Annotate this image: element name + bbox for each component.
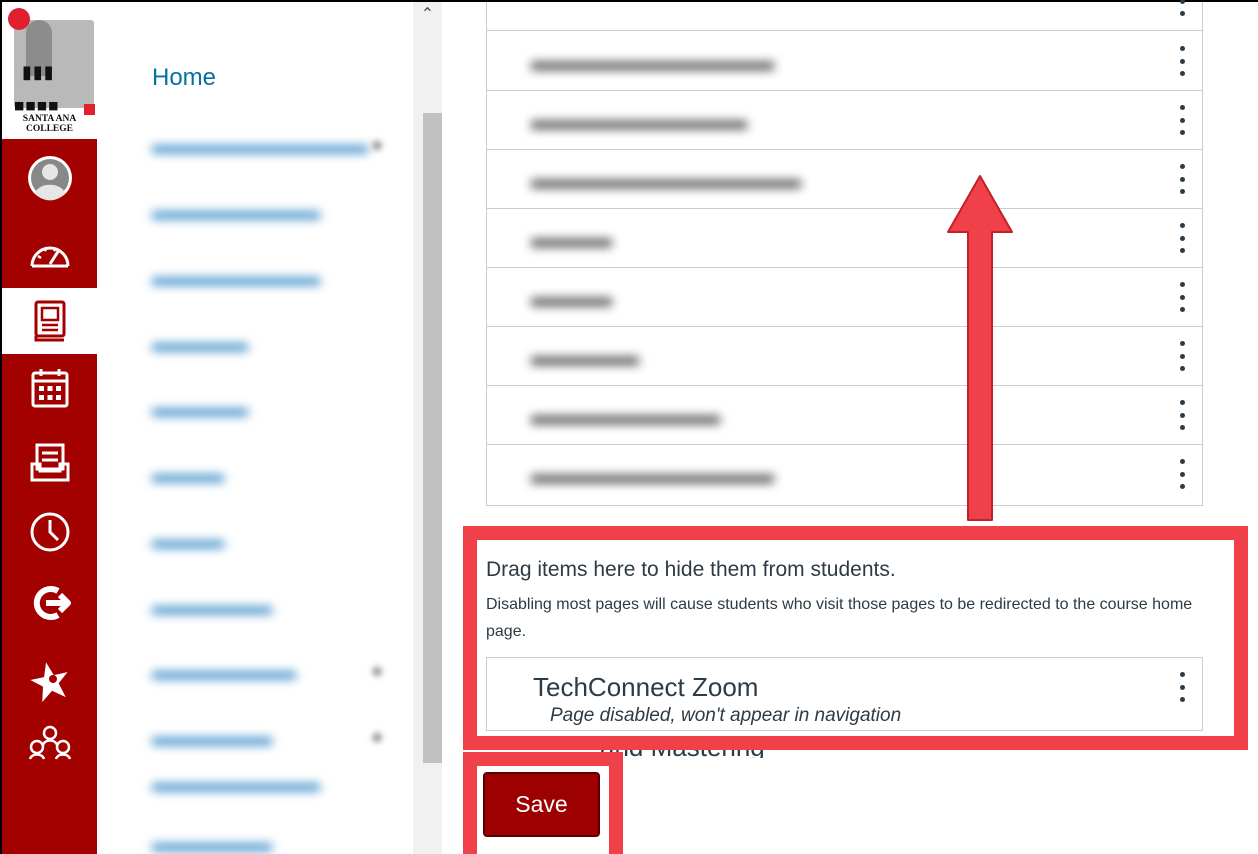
global-nav-account[interactable] [2,145,97,211]
annotation-up-arrow [947,175,1013,521]
kebab-menu-icon[interactable] [1178,459,1186,489]
course-navigation: Home ▬▬▬▬▬▬▬▬▬ ◉ ▬▬▬▬▬▬▬ ▬▬▬▬▬▬▬ ▬▬▬▬ ▬▬… [97,2,442,854]
list-item-label-blurred: ▬▬▬▬▬▬▬▬▬ [531,46,774,76]
global-navigation: ▮▮▮ ■■■■ SANTA ANA COLLEGE [2,2,97,854]
list-item[interactable]: ▬▬▬▬▬▬▬▬▬ [487,445,1202,504]
people-network-icon [28,725,71,760]
course-nav-blurred-link[interactable]: ▬▬▬▬ [152,330,248,358]
logo-red-dot [8,8,30,30]
college-logo[interactable]: ▮▮▮ ■■■■ SANTA ANA COLLEGE [2,2,97,139]
course-nav-blurred-link[interactable]: ▬▬▬▬▬▬▬ [152,264,320,292]
calendar-icon [31,369,68,408]
dashboard-gauge-icon [30,246,69,268]
list-item[interactable]: ▬▬▬▬▬▬▬ [487,386,1202,445]
kebab-menu-icon[interactable] [1178,46,1186,76]
kebab-menu-icon[interactable] [1178,105,1186,135]
global-nav-courses[interactable] [2,288,97,354]
clock-icon [30,512,69,552]
kebab-menu-icon[interactable] [1178,164,1186,194]
kebab-menu-icon[interactable] [1178,282,1186,312]
commons-arrow-icon [33,586,71,620]
global-nav-studio[interactable] [2,710,97,776]
course-nav-home[interactable]: Home [152,64,216,92]
list-item[interactable]: ▬▬▬▬ [487,327,1202,386]
user-avatar-icon [27,156,72,201]
list-item[interactable]: ▬▬▬ [487,209,1202,268]
kebab-menu-icon[interactable] [1178,341,1186,371]
list-item-label-blurred: ▬▬▬▬▬▬▬▬▬▬ [531,164,801,194]
list-item[interactable]: ▬▬▬ [487,268,1202,327]
list-item[interactable]: ▬▬▬▬▬▬▬▬ [487,91,1202,150]
logo-text: SANTA ANA COLLEGE [22,114,77,134]
course-nav-blurred-link[interactable]: ▬▬▬ [152,527,224,555]
list-item-label-blurred: ▬▬▬ [531,282,612,312]
course-nav-blurred-link[interactable]: ▬▬▬▬▬▬▬ [152,198,320,226]
course-nav-blurred-badge: ◉ [371,662,384,678]
logo-windows: ▮▮▮ [22,62,55,83]
list-item-label-blurred: ▬▬▬▬▬▬▬▬▬ [531,459,774,489]
kebab-menu-icon[interactable] [1178,223,1186,253]
course-nav-blurred-link[interactable]: ▬▬▬▬▬▬ [152,658,296,686]
course-nav-blurred-link[interactable]: ▬▬▬▬▬ [152,724,272,752]
global-nav-dashboard[interactable] [2,220,97,286]
list-item-label-blurred: ▬▬▬▬▬▬▬ [531,400,720,430]
scroll-up-chevron-icon[interactable]: ⌃ [414,4,441,26]
drop-zone-highlight [463,526,1248,750]
course-nav-blurred-badge: ◉ [371,136,384,152]
list-item-label-blurred: ▬▬▬▬▬▬▬▬ [531,105,747,135]
list-item-label-blurred: ▬▬▬▬ [531,341,639,371]
logo-dots: ■■■■ [14,99,60,112]
course-nav-blurred-badge: ◉ [371,728,384,744]
inbox-icon [30,443,69,482]
course-nav-blurred-link[interactable]: ▬▬▬▬▬▬▬ [152,770,320,798]
kebab-menu-icon[interactable] [1178,0,1186,16]
list-item[interactable]: ▬▬▬▬▬▬▬▬▬▬ [487,150,1202,209]
global-nav-inbox[interactable] [2,430,97,496]
book-icon [34,300,65,342]
course-nav-blurred-link[interactable]: ▬▬▬ [152,461,224,489]
scrollbar-thumb[interactable] [423,113,442,763]
course-nav-blurred-link[interactable]: ▬▬▬▬▬ [152,593,272,621]
list-item-label-blurred: ▬▬▬ [531,223,612,253]
global-nav-calendar[interactable] [2,355,97,421]
global-nav-starfish[interactable] [2,648,97,714]
course-nav-blurred-link[interactable]: ▬▬▬▬▬▬▬▬▬ [152,132,368,160]
kebab-menu-icon[interactable] [1178,400,1186,430]
star-icon [29,662,68,703]
list-item[interactable] [487,0,1202,31]
course-nav-blurred-link[interactable]: ▬▬▬▬▬ [152,830,272,854]
course-nav-blurred-link[interactable]: ▬▬▬▬ [152,395,248,423]
enabled-nav-items-list: ▬▬▬▬▬▬▬▬▬ ▬▬▬▬▬▬▬▬ ▬▬▬▬▬▬▬▬▬▬ ▬▬▬ ▬▬▬ ▬▬… [486,0,1203,506]
global-nav-history[interactable] [2,499,97,565]
list-item[interactable]: ▬▬▬▬▬▬▬▬▬ [487,32,1202,91]
save-button[interactable]: Save [483,772,600,837]
global-nav-commons[interactable] [2,570,97,636]
